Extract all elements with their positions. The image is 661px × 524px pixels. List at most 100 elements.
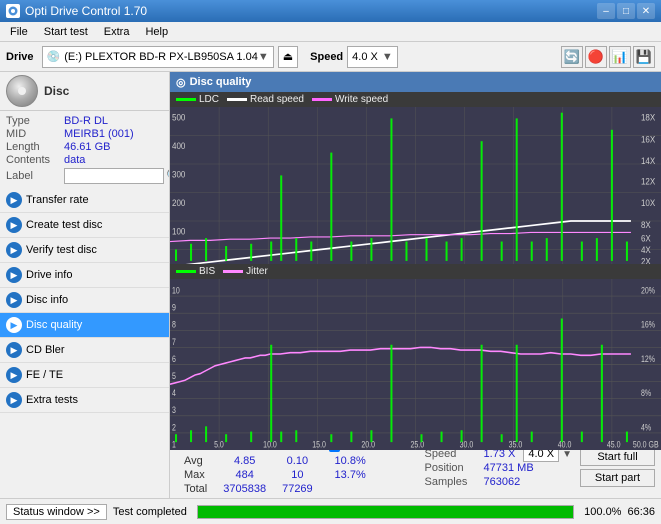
- top-chart-svg: 500 400 300 200 100 18X 16X 14X 12X 10X …: [170, 107, 661, 278]
- main-layout: Disc Type BD-R DL MID MEIRB1 (001) Lengt…: [0, 72, 661, 498]
- svg-text:6: 6: [172, 354, 176, 364]
- svg-text:10: 10: [172, 286, 180, 296]
- start-part-button[interactable]: Start part: [580, 469, 655, 487]
- scan-button[interactable]: 📊: [609, 46, 631, 68]
- sidebar-item-cd-bler[interactable]: ▶ CD Bler: [0, 338, 169, 363]
- read-speed-color: [227, 98, 247, 101]
- write-speed-legend-label: Write speed: [335, 94, 388, 105]
- sidebar-item-disc-quality[interactable]: ▶ Disc quality: [0, 313, 169, 338]
- transfer-rate-icon: ▶: [6, 192, 22, 208]
- status-window-button[interactable]: Status window >>: [6, 504, 107, 520]
- sidebar-nav: ▶ Transfer rate ▶ Create test disc ▶ Ver…: [0, 188, 169, 413]
- scan-icon: 📊: [612, 49, 628, 65]
- svg-text:12%: 12%: [641, 354, 655, 364]
- title-bar: Opti Drive Control 1.70 – □ ✕: [0, 0, 661, 22]
- label-label: Label: [6, 170, 64, 182]
- cd-bler-label: CD Bler: [26, 344, 65, 356]
- max-bis: 10: [274, 468, 321, 482]
- save-icon: 💾: [636, 49, 652, 65]
- svg-text:16X: 16X: [641, 134, 656, 145]
- samples-val: 763062: [484, 476, 521, 488]
- drive-label: Drive: [6, 51, 34, 63]
- eject-icon: ⏏: [283, 50, 293, 63]
- bis-legend-label: BIS: [199, 266, 215, 277]
- samples-key: Samples: [425, 476, 480, 488]
- label-input[interactable]: [64, 168, 164, 184]
- read-speed-legend: Read speed: [227, 94, 304, 105]
- menu-help[interactable]: Help: [139, 24, 174, 40]
- read-speed-legend-label: Read speed: [250, 94, 304, 105]
- maximize-button[interactable]: □: [617, 3, 635, 19]
- sidebar-item-fe-te[interactable]: ▶ FE / TE: [0, 363, 169, 388]
- create-test-disc-icon: ▶: [6, 217, 22, 233]
- speed-select[interactable]: 4.0 X ▼: [347, 46, 398, 68]
- create-test-disc-label: Create test disc: [26, 219, 102, 231]
- svg-text:5: 5: [172, 371, 176, 381]
- drive-select[interactable]: 💿 (E:) PLEXTOR BD-R PX-LB950SA 1.04 ▼: [42, 46, 274, 68]
- progress-label: 100.0%: [584, 506, 621, 518]
- svg-text:20%: 20%: [641, 286, 655, 296]
- minimize-button[interactable]: –: [597, 3, 615, 19]
- sidebar-item-create-test-disc[interactable]: ▶ Create test disc: [0, 213, 169, 238]
- app-title: Opti Drive Control 1.70: [25, 4, 147, 18]
- disc-quality-icon: ▶: [6, 317, 22, 333]
- menu-start-test[interactable]: Start test: [38, 24, 94, 40]
- toolbar-icons: 🔄 🔴 📊 💾: [561, 46, 655, 68]
- write-speed-legend: Write speed: [312, 94, 388, 105]
- menu-extra[interactable]: Extra: [98, 24, 136, 40]
- refresh-button[interactable]: 🔄: [561, 46, 583, 68]
- bottom-chart: BIS Jitter: [170, 264, 661, 436]
- time-label: 66:36: [627, 506, 655, 518]
- contents-label: Contents: [6, 154, 64, 166]
- sidebar-item-drive-info[interactable]: ▶ Drive info: [0, 263, 169, 288]
- type-label: Type: [6, 115, 64, 127]
- disc-mid-row: MID MEIRB1 (001): [6, 128, 163, 140]
- start-buttons: Start full Start part: [580, 448, 655, 487]
- length-label: Length: [6, 141, 64, 153]
- burn-button[interactable]: 🔴: [585, 46, 607, 68]
- progress-bar-fill: [198, 506, 573, 518]
- svg-text:400: 400: [172, 141, 186, 152]
- speed-info: Speed 1.73 X 4.0 X ▼ Position 47731 MB S…: [425, 448, 572, 488]
- save-button[interactable]: 💾: [633, 46, 655, 68]
- verify-test-disc-label: Verify test disc: [26, 244, 97, 256]
- sidebar-item-extra-tests[interactable]: ▶ Extra tests: [0, 388, 169, 413]
- transfer-rate-label: Transfer rate: [26, 194, 89, 206]
- bis-legend: BIS: [176, 266, 215, 277]
- refresh-icon: 🔄: [564, 49, 580, 65]
- ldc-legend: LDC: [176, 94, 219, 105]
- svg-text:8: 8: [172, 320, 176, 330]
- contents-value: data: [64, 154, 85, 166]
- burn-icon: 🔴: [588, 49, 604, 65]
- avg-label: Avg: [176, 454, 215, 468]
- total-row: Total 3705838 77269: [176, 482, 380, 496]
- max-jitter: 13.7%: [321, 468, 380, 482]
- fe-te-label: FE / TE: [26, 369, 63, 381]
- ldc-color: [176, 98, 196, 101]
- eject-button[interactable]: ⏏: [278, 46, 298, 68]
- svg-text:15.0: 15.0: [312, 439, 326, 449]
- disc-quality-header: ◎ Disc quality: [170, 72, 661, 92]
- sidebar-item-transfer-rate[interactable]: ▶ Transfer rate: [0, 188, 169, 213]
- sidebar-item-verify-test-disc[interactable]: ▶ Verify test disc: [0, 238, 169, 263]
- max-label: Max: [176, 468, 215, 482]
- close-button[interactable]: ✕: [637, 3, 655, 19]
- position-row: Position 47731 MB: [425, 462, 572, 474]
- sidebar-item-disc-info[interactable]: ▶ Disc info: [0, 288, 169, 313]
- svg-text:200: 200: [172, 198, 186, 209]
- total-bis: 77269: [274, 482, 321, 496]
- cd-bler-icon: ▶: [6, 342, 22, 358]
- menu-file[interactable]: File: [4, 24, 34, 40]
- svg-text:7: 7: [172, 337, 176, 347]
- toolbar: Drive 💿 (E:) PLEXTOR BD-R PX-LB950SA 1.0…: [0, 42, 661, 72]
- svg-text:14X: 14X: [641, 156, 656, 167]
- max-row: Max 484 10 13.7%: [176, 468, 380, 482]
- total-jitter: [321, 482, 380, 496]
- ldc-legend-label: LDC: [199, 94, 219, 105]
- top-legend: LDC Read speed Write speed: [170, 92, 661, 107]
- fe-te-icon: ▶: [6, 367, 22, 383]
- avg-bis: 0.10: [274, 454, 321, 468]
- svg-text:50.0 GB: 50.0 GB: [633, 439, 659, 449]
- svg-text:100: 100: [172, 226, 186, 237]
- type-value: BD-R DL: [64, 115, 108, 127]
